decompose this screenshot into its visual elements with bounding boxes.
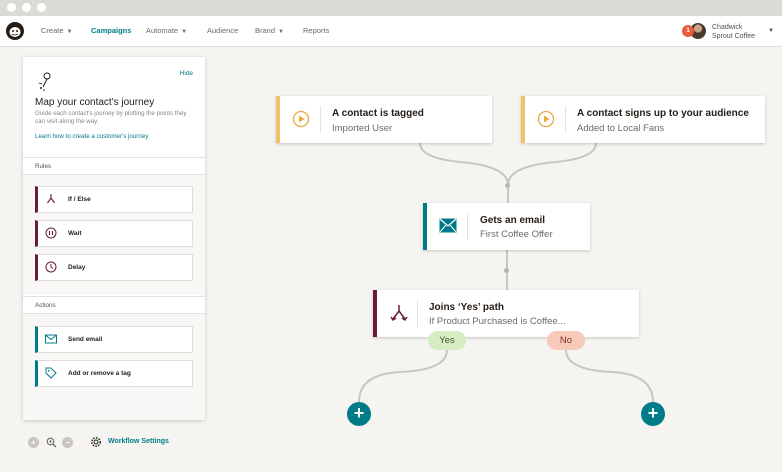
- rule-label: If / Else: [68, 196, 91, 203]
- trigger-card-tagged[interactable]: A contact is tagged Imported User: [276, 96, 492, 143]
- email-step-subtitle: First Coffee Offer: [480, 229, 553, 240]
- gear-icon[interactable]: [90, 436, 102, 448]
- pin-map-icon: [38, 72, 51, 91]
- panel-title: Map your contact's journey: [35, 97, 155, 108]
- email-step-card[interactable]: Gets an email First Coffee Offer: [423, 203, 590, 250]
- trigger-title: A contact is tagged: [332, 108, 424, 119]
- rules-section-header: Rules: [23, 157, 205, 175]
- card-divider: [320, 106, 321, 133]
- actions-section-header: Actions: [23, 296, 205, 314]
- action-label: Add or remove a tag: [68, 370, 131, 377]
- envelope-icon: [439, 218, 457, 233]
- clock-icon: [45, 261, 57, 273]
- journey-builder-panel: Hide Map your contact's journey Guide ea…: [23, 57, 205, 420]
- connector-dot: [505, 183, 510, 188]
- branch-step-subtitle: If Product Purchased is Coffee...: [429, 316, 566, 327]
- learn-journey-link[interactable]: Learn how to create a customer's journey: [35, 133, 148, 140]
- add-step-yes-button[interactable]: +: [347, 402, 371, 426]
- trigger-card-signup[interactable]: A contact signs up to your audience Adde…: [521, 96, 765, 143]
- branch-step-card[interactable]: Joins ‘Yes’ path If Product Purchased is…: [373, 290, 639, 337]
- envelope-icon: [45, 334, 57, 344]
- rule-tile-wait[interactable]: Wait: [35, 220, 193, 247]
- trigger-subtitle: Imported User: [332, 123, 393, 134]
- pause-icon: [45, 227, 57, 239]
- hide-panel-link[interactable]: Hide: [180, 70, 193, 77]
- rule-tile-delay[interactable]: Delay: [35, 254, 193, 281]
- rule-label: Delay: [68, 264, 86, 271]
- play-icon: [537, 110, 555, 128]
- card-divider: [565, 106, 566, 133]
- workflow-settings-link[interactable]: Workflow Settings: [108, 438, 169, 445]
- trigger-title: A contact signs up to your audience: [577, 108, 749, 119]
- action-tile-tag[interactable]: Add or remove a tag: [35, 360, 193, 387]
- action-label: Send email: [68, 336, 103, 343]
- zoom-out-button[interactable]: −: [62, 437, 73, 448]
- split-icon: [390, 305, 408, 322]
- play-icon: [292, 110, 310, 128]
- zoom-in-button[interactable]: +: [28, 437, 39, 448]
- rule-label: Wait: [68, 230, 82, 237]
- branch-step-title: Joins ‘Yes’ path: [429, 302, 505, 313]
- email-step-title: Gets an email: [480, 215, 546, 226]
- actions-heading: Actions: [35, 302, 56, 309]
- split-icon: [47, 194, 55, 204]
- connector-dot: [504, 268, 509, 273]
- action-tile-send-email[interactable]: Send email: [35, 326, 193, 353]
- rules-heading: Rules: [35, 163, 52, 170]
- yes-path-label[interactable]: Yes: [428, 331, 466, 350]
- no-path-label[interactable]: No: [547, 331, 585, 350]
- card-divider: [467, 213, 468, 240]
- rule-tile-if-else[interactable]: If / Else: [35, 186, 193, 213]
- panel-description: Guide each contact's journey by plotting…: [35, 110, 187, 125]
- card-divider: [417, 300, 418, 327]
- add-step-no-button[interactable]: +: [641, 402, 665, 426]
- zoom-magnifier-icon[interactable]: [46, 437, 57, 448]
- trigger-subtitle: Added to Local Fans: [577, 123, 665, 134]
- tag-icon: [45, 367, 57, 379]
